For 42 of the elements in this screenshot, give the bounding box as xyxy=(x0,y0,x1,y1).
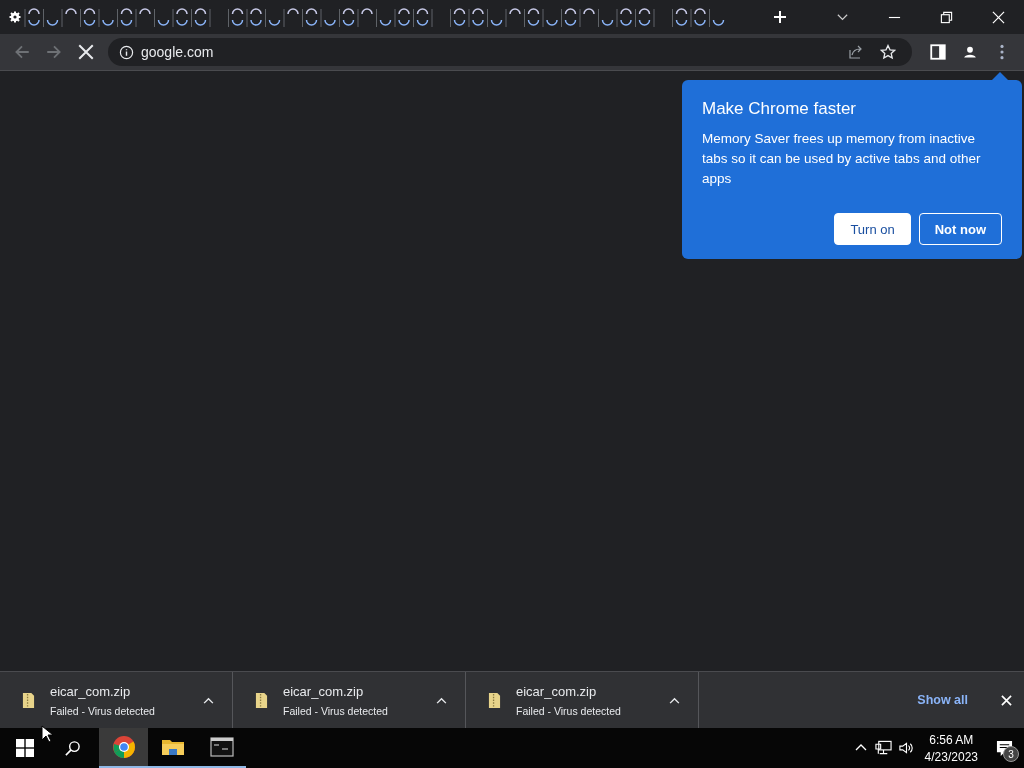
caret-icon[interactable] xyxy=(669,696,680,704)
close-icon[interactable] xyxy=(992,10,1005,24)
side-panel-icon[interactable] xyxy=(929,43,947,61)
clock-date[interactable]: 4/23/2023 xyxy=(924,749,978,764)
terminal-icon xyxy=(209,735,234,759)
caret-icon[interactable] xyxy=(203,696,214,704)
share-icon[interactable] xyxy=(848,44,864,60)
zip-file-icon xyxy=(255,691,268,709)
download-status: Failed - Virus detected xyxy=(50,704,155,717)
notification-count: 3 xyxy=(1003,746,1019,762)
file-name[interactable]: eicar_com.zip xyxy=(50,683,155,699)
new-tab-icon[interactable] xyxy=(773,10,787,24)
turn-on-button[interactable]: Turn on xyxy=(834,213,911,245)
caret-icon[interactable] xyxy=(436,696,447,704)
close-icon[interactable] xyxy=(1001,694,1012,706)
notifications-button[interactable]: 3 xyxy=(990,734,1018,762)
star-icon[interactable] xyxy=(880,44,896,60)
back-icon[interactable] xyxy=(13,43,31,61)
network-icon[interactable] xyxy=(874,740,892,756)
file-name[interactable]: eicar_com.zip xyxy=(516,683,621,699)
address-bar[interactable]: google.com xyxy=(108,38,912,66)
start-icon[interactable] xyxy=(16,739,34,757)
file-name[interactable]: eicar_com.zip xyxy=(283,683,388,699)
bubble-title: Make Chrome faster xyxy=(702,99,857,119)
dismiss-button[interactable]: Not now xyxy=(918,213,1002,245)
stop-icon[interactable] xyxy=(77,43,95,61)
download-status: Failed - Virus detected xyxy=(516,704,621,717)
forward-icon[interactable] xyxy=(45,43,63,61)
restore-icon[interactable] xyxy=(940,10,953,24)
volume-icon[interactable] xyxy=(897,740,915,756)
clock-time[interactable]: 6:56 AM xyxy=(929,732,974,747)
chrome-logo-icon xyxy=(111,735,136,759)
zip-file-icon xyxy=(22,691,35,709)
info-icon[interactable] xyxy=(119,44,134,60)
chrome-taskbar-button[interactable] xyxy=(99,728,148,768)
url-text: google.com xyxy=(141,44,214,60)
search-icon[interactable] xyxy=(64,739,81,757)
download-status: Failed - Virus detected xyxy=(283,704,388,717)
show-all-link[interactable]: Show all xyxy=(917,693,968,707)
zip-file-icon xyxy=(488,691,501,709)
gear-icon[interactable] xyxy=(9,11,21,23)
bubble-text: Memory Saver frees up memory from inactive tabs so it can be used by active tabs and other apps xyxy=(702,130,982,188)
